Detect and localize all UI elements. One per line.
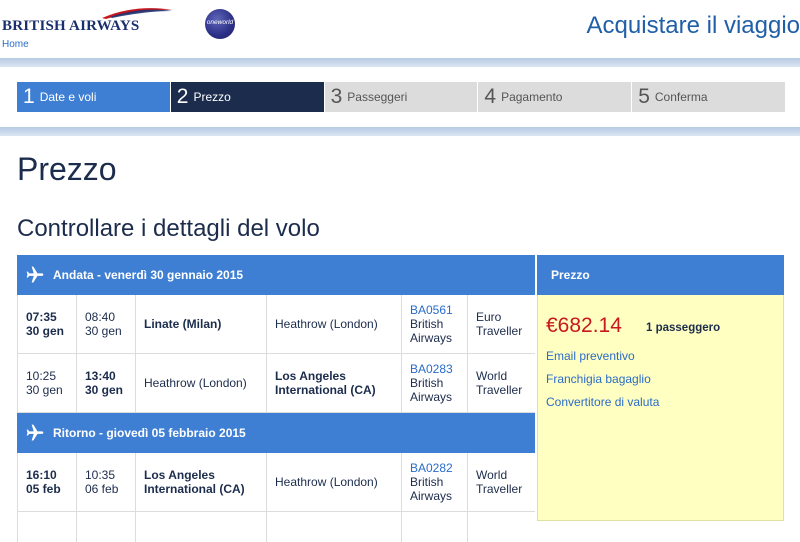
- arrival-date: 06 feb: [85, 482, 119, 496]
- cabin-class: Traveller: [476, 482, 523, 496]
- table-cell: [468, 512, 535, 542]
- departure-cell: 07:35 30 gen: [17, 295, 77, 353]
- arrival-date: 30 gen: [85, 383, 124, 397]
- table-cell: [77, 512, 136, 542]
- header-divider: [0, 58, 800, 67]
- step-number: 5: [638, 85, 650, 108]
- arrival-cell: 08:40 30 gen: [77, 295, 136, 353]
- step-number: 1: [23, 85, 35, 108]
- departure-date: 30 gen: [26, 383, 63, 397]
- destination-line: Los Angeles: [275, 369, 346, 383]
- origin-line: Los Angeles: [144, 468, 215, 482]
- flight-row: 16:10 05 feb 10:35 06 feb Los Angeles In…: [17, 453, 535, 512]
- flight-row-partial: [17, 512, 535, 542]
- flight-cell: BA0283 British Airways: [402, 354, 468, 412]
- destination-airport: Heathrow (London): [267, 453, 402, 511]
- carrier-name: Airways: [410, 331, 453, 345]
- step-number: 4: [484, 85, 497, 108]
- step-prezzo: 2 Prezzo: [170, 82, 324, 112]
- cabin-class: Traveller: [476, 324, 523, 338]
- airplane-icon: [17, 265, 53, 285]
- step-label: Prezzo: [193, 90, 231, 104]
- flight-row: 07:35 30 gen 08:40 30 gen Linate (Milan)…: [17, 295, 535, 354]
- destination-line: International (CA): [275, 383, 376, 397]
- arrival-date: 30 gen: [85, 324, 122, 338]
- flight-number-link[interactable]: BA0283: [410, 362, 467, 376]
- cabin-cell: World Traveller: [468, 354, 535, 412]
- total-price: €682.14: [546, 314, 622, 337]
- arrival-time: 10:35: [85, 468, 116, 482]
- step-label: Conferma: [654, 90, 708, 104]
- baggage-allowance-link[interactable]: Franchigia bagaglio: [546, 372, 651, 386]
- cabin-class: Traveller: [476, 383, 523, 397]
- steps-divider: [0, 127, 800, 136]
- destination-airport: Heathrow (London): [267, 295, 402, 353]
- carrier-name: British: [410, 376, 444, 390]
- destination-airport: Los Angeles International (CA): [267, 354, 402, 412]
- oneworld-text: oneworld: [206, 19, 234, 26]
- flight-row: 10:25 30 gen 13:40 30 gen Heathrow (Lond…: [17, 354, 535, 413]
- departure-time: 10:25: [26, 369, 57, 383]
- origin-airport: Los Angeles International (CA): [136, 453, 267, 511]
- page-heading: Acquistare il viaggio: [586, 12, 800, 39]
- carrier-name: British: [410, 475, 444, 489]
- cabin-class: Euro: [476, 310, 502, 324]
- arrival-cell: 10:35 06 feb: [77, 453, 136, 511]
- departure-time: 16:10: [26, 468, 57, 482]
- table-cell: [267, 512, 402, 542]
- outbound-header: Andata - venerdì 30 gennaio 2015: [17, 255, 535, 295]
- carrier-name: British: [410, 317, 444, 331]
- departure-time: 07:35: [26, 310, 57, 324]
- step-label: Passeggeri: [347, 90, 408, 104]
- airplane-icon: [17, 423, 53, 443]
- step-pagamento: 4 Pagamento: [478, 82, 632, 112]
- origin-line: International (CA): [144, 482, 245, 496]
- logo-text: BRITISH AIRWAYS: [2, 18, 140, 34]
- flight-details-table: Andata - venerdì 30 gennaio 2015 07:35 3…: [17, 255, 535, 542]
- page-title: Prezzo: [17, 151, 117, 187]
- departure-date: 05 feb: [26, 482, 61, 496]
- arrival-time: 13:40: [85, 369, 116, 383]
- email-quote-link[interactable]: Email preventivo: [546, 349, 635, 363]
- outbound-date: Andata - venerdì 30 gennaio 2015: [53, 268, 244, 282]
- origin-airport: Heathrow (London): [136, 354, 267, 412]
- arrival-time: 08:40: [85, 310, 116, 324]
- step-date-e-voli[interactable]: 1 Date e voli: [17, 82, 170, 112]
- step-number: 2: [176, 85, 189, 108]
- step-passeggeri: 3 Passeggeri: [324, 82, 478, 112]
- step-label: Pagamento: [501, 90, 563, 104]
- origin-airport: Linate (Milan): [136, 295, 267, 353]
- table-cell: [17, 512, 77, 542]
- cabin-class: World: [476, 369, 508, 383]
- table-cell: [136, 512, 267, 542]
- carrier-name: Airways: [410, 390, 453, 404]
- table-cell: [402, 512, 468, 542]
- flight-cell: BA0561 British Airways: [402, 295, 468, 353]
- flight-number-link[interactable]: BA0561: [410, 303, 467, 317]
- passenger-count: 1 passeggero: [646, 322, 721, 334]
- home-link[interactable]: Home: [2, 39, 29, 50]
- return-header: Ritorno - giovedì 05 febbraio 2015: [17, 413, 535, 453]
- flight-number-link[interactable]: BA0282: [410, 461, 467, 475]
- oneworld-logo-icon: oneworld: [205, 9, 235, 39]
- flight-cell: BA0282 British Airways: [402, 453, 468, 511]
- currency-converter-link[interactable]: Convertitore di valuta: [546, 395, 659, 409]
- section-title: Controllare i dettagli del volo: [17, 215, 320, 242]
- arrival-cell: 13:40 30 gen: [77, 354, 136, 412]
- step-label: Date e voli: [39, 90, 97, 104]
- booking-steps: 1 Date e voli 2 Prezzo 3 Passeggeri 4 Pa…: [17, 82, 785, 112]
- step-conferma: 5 Conferma: [632, 82, 785, 112]
- carrier-name: Airways: [410, 489, 453, 503]
- cabin-cell: Euro Traveller: [468, 295, 535, 353]
- step-number: 3: [330, 85, 343, 108]
- return-date: Ritorno - giovedì 05 febbraio 2015: [53, 426, 246, 440]
- departure-cell: 16:10 05 feb: [17, 453, 77, 511]
- price-header: Prezzo: [537, 255, 784, 295]
- site-header: BRITISH AIRWAYS Home oneworld Acquistare…: [0, 0, 800, 58]
- cabin-class: World: [476, 468, 508, 482]
- departure-cell: 10:25 30 gen: [17, 354, 77, 412]
- departure-date: 30 gen: [26, 324, 65, 338]
- cabin-cell: World Traveller: [468, 453, 535, 511]
